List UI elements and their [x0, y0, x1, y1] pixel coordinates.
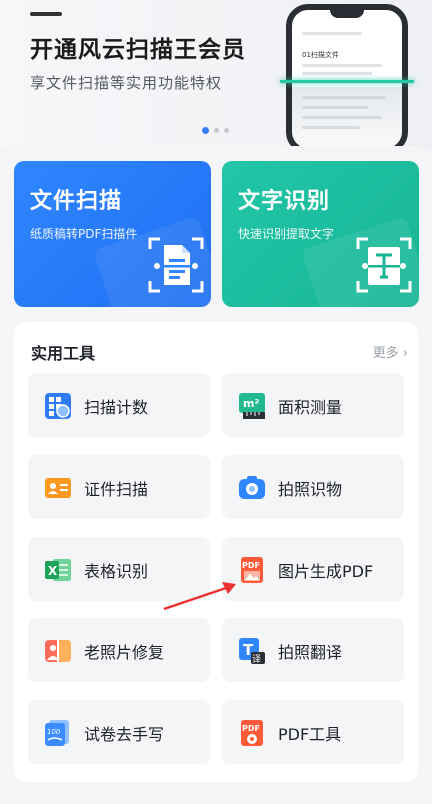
- phone-text-line: [302, 72, 372, 75]
- camera-icon: [239, 476, 265, 499]
- carousel-dot[interactable]: [214, 128, 219, 133]
- icon-text: X: [48, 564, 58, 578]
- text-recognition-icon: [356, 237, 412, 293]
- text-recognition-card[interactable]: 文字识别 快速识别提取文字: [222, 161, 419, 307]
- exam-paper-icon: 100: [45, 720, 69, 746]
- tool-scan-count[interactable]: 扫描计数: [28, 373, 210, 437]
- tool-label: 拍照识物: [278, 480, 343, 499]
- tool-id-scan[interactable]: 证件扫描: [28, 455, 210, 519]
- banner-subtitle: 享文件扫描等实用功能特权: [30, 74, 223, 92]
- scan-shade: [292, 87, 402, 148]
- phone-text-line: [302, 32, 362, 35]
- tool-pdf-tools[interactable]: PDF PDF工具: [222, 700, 404, 764]
- icon-text: PDF: [242, 561, 260, 570]
- photo-restore-icon: [45, 638, 71, 664]
- tool-label: 扫描计数: [84, 398, 149, 417]
- feature-subtitle: 快速识别提取文字: [238, 227, 335, 241]
- section-title: 实用工具: [31, 344, 96, 363]
- tool-label: 图片生成PDF: [278, 562, 374, 581]
- more-link[interactable]: 更多 ›: [373, 342, 408, 361]
- image-to-pdf-icon: PDF: [241, 557, 263, 583]
- translate-icon: T 译: [239, 638, 265, 664]
- tool-label: PDF工具: [278, 725, 342, 744]
- tool-old-photo-restore[interactable]: 老照片修复: [28, 618, 210, 682]
- document-scan-icon: [148, 237, 204, 293]
- document-scan-card[interactable]: 文件扫描 纸质稿转PDF扫描件: [14, 161, 211, 307]
- phone-notch: [330, 10, 364, 18]
- icon-text: 100: [47, 728, 61, 736]
- annotation-arrow-icon: [163, 582, 236, 611]
- id-card-icon: [45, 478, 71, 498]
- chevron-right-icon: ›: [402, 346, 408, 361]
- excel-icon: X: [45, 559, 71, 581]
- banner-title: 开通风云扫描王会员: [30, 37, 246, 63]
- tool-exam-remove-handwriting[interactable]: 100 试卷去手写: [28, 700, 210, 764]
- carousel-indicator[interactable]: [202, 127, 229, 134]
- tool-label: 面积测量: [278, 398, 343, 417]
- tool-label: 老照片修复: [84, 643, 165, 662]
- pdf-tool-icon: PDF: [241, 720, 263, 746]
- tools-section: 实用工具 更多 › 扫描计数 m² 面积测量 证件扫描 拍照识物 X 表格识别 …: [14, 322, 418, 782]
- tool-photo-identify[interactable]: 拍照识物: [222, 455, 404, 519]
- feature-subtitle: 纸质稿转PDF扫描件: [30, 227, 138, 241]
- carousel-dot-active[interactable]: [202, 127, 209, 134]
- tool-label: 表格识别: [84, 562, 149, 581]
- feature-title: 文件扫描: [30, 189, 123, 214]
- icon-text: m²: [243, 397, 259, 410]
- tool-photo-translate[interactable]: T 译 拍照翻译: [222, 618, 404, 682]
- feature-title: 文字识别: [238, 189, 331, 214]
- icon-badge-text: 译: [252, 654, 261, 664]
- phone-text-line: [302, 64, 382, 67]
- more-label: 更多: [372, 346, 399, 361]
- phone-illustration: 01扫描文件: [286, 4, 408, 150]
- scan-count-icon: [45, 393, 71, 419]
- tool-image-to-pdf[interactable]: PDF 图片生成PDF: [222, 537, 404, 601]
- carousel-dot[interactable]: [224, 128, 229, 133]
- area-measure-icon: m²: [239, 393, 265, 419]
- tool-area-measure[interactable]: m² 面积测量: [222, 373, 404, 437]
- tool-label: 证件扫描: [84, 480, 149, 499]
- phone-doc-title: 01扫描文件: [302, 51, 339, 59]
- tool-label: 试卷去手写: [84, 725, 165, 744]
- banner-dash-decoration: [30, 12, 62, 16]
- member-banner[interactable]: 开通风云扫描王会员 享文件扫描等实用功能特权 01扫描文件: [0, 0, 432, 150]
- scan-line: [280, 80, 414, 83]
- tool-label: 拍照翻译: [278, 643, 343, 662]
- icon-text: PDF: [242, 724, 260, 733]
